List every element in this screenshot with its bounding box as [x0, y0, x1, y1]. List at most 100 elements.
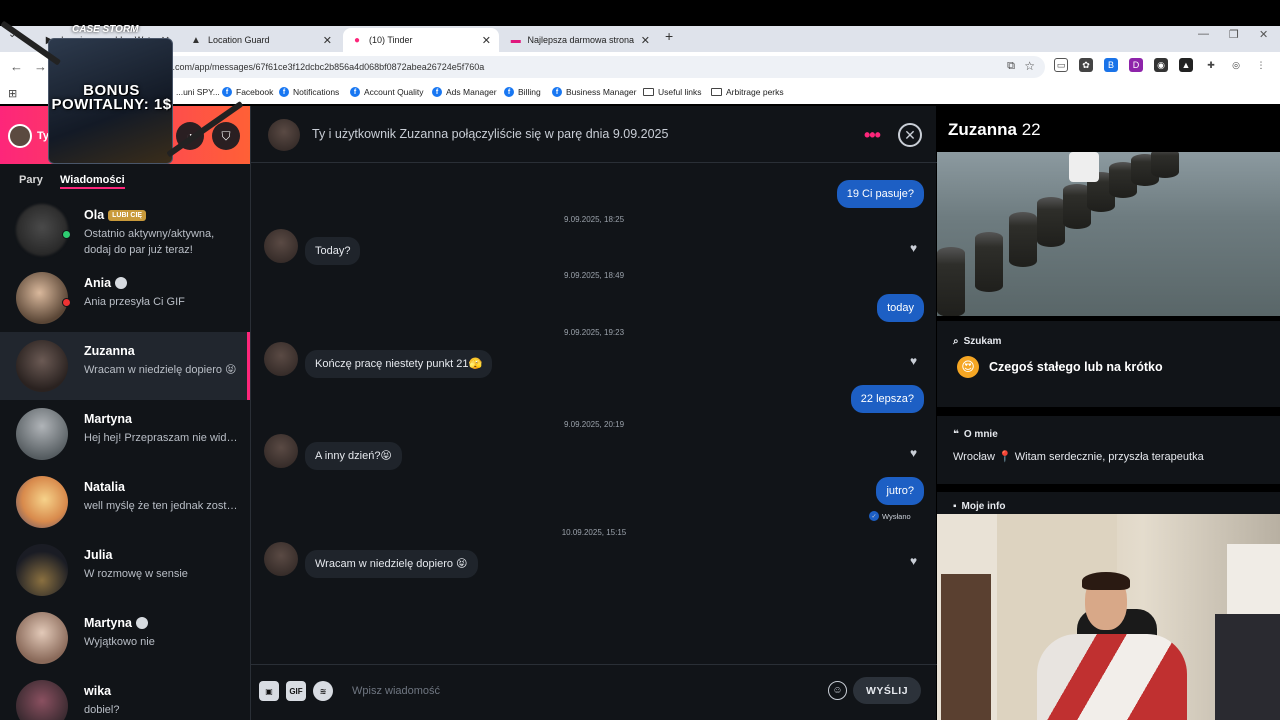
extensions-row: ▭ ✿ B D ◉ ▲ ✚ ◎ ⋮: [1054, 58, 1268, 72]
url-field[interactable]: r.com/app/messages/67f61ce3f12dcbc2b856a…: [70, 56, 1045, 78]
message-incoming[interactable]: Today?: [305, 237, 361, 265]
match-name: Ania: [84, 276, 112, 290]
match-name: Julia: [84, 548, 113, 562]
emoji-button[interactable]: ☺: [828, 681, 847, 700]
safety-button[interactable]: ⛉: [212, 122, 240, 150]
list-item-natalia[interactable]: Natalia well myślę że ten jednak zostani…: [0, 468, 250, 536]
smiley-icon: ☺: [832, 685, 843, 696]
message-timestamp: 9.09.2025, 19:23: [563, 328, 625, 337]
message-outgoing[interactable]: jutro?: [876, 477, 924, 505]
tab-najlepsza[interactable]: ▬ Najlepsza darmowa strona i ap ✕: [502, 28, 658, 52]
chat-header: Ty i użytkownik Zuzanna połączyliście si…: [251, 106, 937, 163]
avatar[interactable]: [264, 542, 298, 576]
spy-ext-icon[interactable]: ◉: [1154, 58, 1168, 72]
heart-icon[interactable]: ♥: [910, 354, 917, 368]
message-timestamp: 9.09.2025, 18:25: [563, 215, 625, 224]
about-card: ❝ O mnie Wrocław 📍 Witam serdecznie, przy…: [937, 416, 1280, 484]
bookmark-business-manager[interactable]: f Business Manager: [552, 87, 636, 97]
message-outgoing[interactable]: today: [877, 294, 924, 322]
tab-messages[interactable]: Wiadomości: [60, 174, 125, 189]
sticker-button[interactable]: ▣: [259, 681, 279, 701]
avatar: [16, 544, 68, 596]
sticker-icon: ▣: [265, 686, 273, 696]
video-ext-icon[interactable]: ▭: [1054, 58, 1068, 72]
more-options-icon[interactable]: •••: [864, 125, 881, 146]
apps-grid-icon[interactable]: ⊞: [8, 87, 17, 100]
minimize-icon[interactable]: —: [1198, 28, 1209, 40]
list-item-wika[interactable]: wika dobiel?: [0, 672, 250, 720]
new-tab-icon[interactable]: +: [665, 28, 673, 44]
tab-matches[interactable]: Pary: [19, 174, 43, 186]
avatar[interactable]: [264, 342, 298, 376]
check-icon: ✓: [869, 511, 879, 521]
door: [941, 574, 991, 720]
back-icon[interactable]: ←: [10, 59, 23, 74]
facebook-icon: f: [350, 87, 360, 97]
tab-tinder[interactable]: ● (10) Tinder ✕: [343, 28, 499, 52]
list-item-ania[interactable]: Ania Ania przesyła Ci GIF: [0, 264, 250, 332]
bookmark-spy[interactable]: ...uni SPY...: [176, 87, 220, 97]
message-incoming[interactable]: Wracam w niedzielę dopiero 😝: [305, 550, 478, 578]
message-input[interactable]: Wpisz wiadomość: [352, 685, 440, 697]
message-incoming[interactable]: A inny dzień?😝: [305, 442, 402, 470]
palette-ext-icon[interactable]: ✿: [1079, 58, 1093, 72]
list-item-martyna-2[interactable]: Martyna Wyjątkowo nie: [0, 604, 250, 672]
list-item-julia[interactable]: Julia W rozmowę w sensie: [0, 536, 250, 604]
tab-location-guard[interactable]: ▲ Location Guard ✕: [182, 28, 340, 52]
puzzle-extensions-icon[interactable]: ✚: [1204, 58, 1218, 72]
my-profile-avatar[interactable]: [8, 124, 32, 148]
send-button[interactable]: WYŚLIJ: [853, 677, 921, 704]
promo-brand-logo: CASE STORM: [72, 24, 139, 35]
profile-icon[interactable]: ◎: [1229, 58, 1243, 72]
bookmark-account-quality[interactable]: f Account Quality: [350, 87, 424, 97]
message-outgoing[interactable]: 22 lepsza?: [850, 385, 924, 413]
tab-title: Najlepsza darmowa strona i ap: [527, 35, 635, 45]
bookmark-notifications[interactable]: f Notifications: [279, 87, 339, 97]
location-guard-icon: ▲: [191, 34, 201, 46]
gif-button[interactable]: GIF: [286, 681, 306, 701]
profile-photo[interactable]: [937, 152, 1280, 316]
heart-icon[interactable]: ♥: [910, 446, 917, 460]
close-chat-button[interactable]: ✕: [898, 123, 922, 147]
window-close-icon[interactable]: ✕: [1259, 28, 1268, 41]
match-name: Zuzanna: [84, 344, 135, 358]
list-item-ola[interactable]: Ola LUBI CIĘ Ostatnio aktywny/aktywna, do…: [0, 196, 250, 264]
spotify-button[interactable]: ≋: [313, 681, 333, 701]
list-item-zuzanna[interactable]: Zuzanna Wracam w niedzielę dopiero 😝: [0, 332, 250, 400]
bookmark-billing[interactable]: f Billing: [504, 87, 541, 97]
tab-close-icon[interactable]: ✕: [323, 34, 332, 47]
message-outgoing[interactable]: 19 Ci pasuje?: [836, 180, 924, 208]
bookmark-facebook[interactable]: f Facebook: [222, 87, 273, 97]
facebook-icon: f: [552, 87, 562, 97]
tab-title: Location Guard: [208, 35, 270, 45]
bookmark-ads-manager[interactable]: f Ads Manager: [432, 87, 497, 97]
likes-you-badge: LUBI CIĘ: [108, 209, 147, 221]
heart-icon[interactable]: ♥: [910, 241, 917, 255]
heart-icon[interactable]: ♥: [910, 554, 917, 568]
bookmark-arbitrage-perks[interactable]: Arbitrage perks: [711, 87, 784, 97]
message-incoming[interactable]: Kończę pracę niestety punkt 21🫣: [305, 350, 493, 378]
bookmark-star-icon[interactable]: ☆: [1024, 59, 1035, 73]
location-ext-icon[interactable]: ▲: [1179, 58, 1193, 72]
info-icon: ▪: [953, 501, 957, 512]
chat-match-title: Ty i użytkownik Zuzanna połączyliście si…: [312, 127, 669, 141]
tab-close-icon[interactable]: ✕: [641, 34, 650, 47]
match-name: Ola: [84, 208, 105, 222]
match-name: wika: [84, 684, 112, 698]
restore-icon[interactable]: ❐: [1229, 28, 1239, 41]
promo-text: BONUS POWITALNY: 1$: [51, 82, 172, 113]
looking-for-value: 😍 Czegoś stałego lub na krótko: [957, 356, 1163, 378]
match-preview: dobiel?: [84, 704, 120, 716]
shield-icon: ⛉: [221, 128, 231, 143]
tab-close-icon[interactable]: ✕: [482, 34, 491, 47]
bookmark-useful-links[interactable]: Useful links: [643, 87, 701, 97]
list-item-martyna[interactable]: Martyna Hej hej! Przepraszam nie widział…: [0, 400, 250, 468]
install-app-icon[interactable]: ⧉: [1007, 60, 1015, 73]
purple-ext-icon[interactable]: D: [1129, 58, 1143, 72]
avatar[interactable]: [264, 434, 298, 468]
blue-ext-icon[interactable]: B: [1104, 58, 1118, 72]
chat-avatar[interactable]: [268, 119, 300, 151]
menu-kebab-icon[interactable]: ⋮: [1254, 58, 1268, 72]
avatar[interactable]: [264, 229, 298, 263]
forward-icon[interactable]: →: [34, 59, 47, 74]
